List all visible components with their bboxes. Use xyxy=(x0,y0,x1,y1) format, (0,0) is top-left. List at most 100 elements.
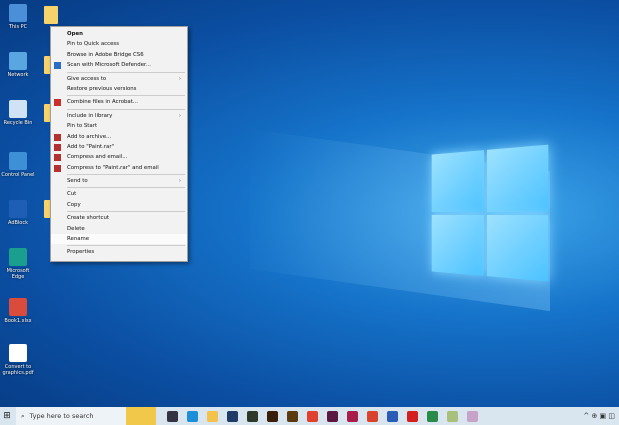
menu-item-pin-to-quick-access[interactable]: Pin to Quick access xyxy=(51,39,187,49)
menu-item-label: Scan with Microsoft Defender... xyxy=(67,62,151,69)
menu-item-open[interactable]: Open xyxy=(51,29,187,39)
system-tray[interactable]: ^ ⊕ ▣ ◫ xyxy=(583,412,619,420)
search-box[interactable]: ⌕ Type here to search xyxy=(16,407,126,425)
menu-item-compress-and-email[interactable]: Compress and email... xyxy=(51,152,187,162)
photoshop-icon[interactable] xyxy=(226,410,238,422)
menu-item-label: Properties xyxy=(67,249,95,256)
desktop-icon[interactable]: Network xyxy=(0,52,36,78)
file-explorer-icon[interactable] xyxy=(206,410,218,422)
menu-separator xyxy=(67,71,185,73)
menu-item-label: Send to xyxy=(67,178,88,185)
indesign-icon[interactable] xyxy=(326,410,338,422)
search-icon: ⌕ xyxy=(21,411,25,420)
illustrator-icon[interactable] xyxy=(286,410,298,422)
winrar-icon xyxy=(54,164,61,172)
menu-item-scan-with-microsoft-defender[interactable]: Scan with Microsoft Defender... xyxy=(51,60,187,70)
menu-item-give-access-to[interactable]: Give access to › xyxy=(51,74,187,84)
chrome-icon[interactable] xyxy=(306,410,318,422)
desktop-icon[interactable]: AdBlock xyxy=(0,200,36,226)
edge-icon[interactable] xyxy=(186,410,198,422)
desktop-icon[interactable]: Book1.xlsx xyxy=(0,298,36,324)
search-placeholder: Type here to search xyxy=(29,412,94,420)
menu-separator xyxy=(67,211,185,213)
desktop-icon-label: Control Panel xyxy=(1,172,35,178)
menu-item-compress-to-paint-rar-and-email[interactable]: Compress to "Paint.rar" and email xyxy=(51,163,187,173)
task-view-icon[interactable] xyxy=(166,410,178,422)
menu-item-add-to-archive[interactable]: Add to archive... xyxy=(51,132,187,142)
desktop-icon-label: AdBlock xyxy=(7,220,29,226)
excel-icon[interactable] xyxy=(426,410,438,422)
desktop-icon[interactable]: Convert to graphics.pdf xyxy=(0,344,36,376)
desktop-icon[interactable]: Microsoft Edge xyxy=(0,248,36,280)
menu-item-label: Copy xyxy=(67,201,81,208)
network-icon xyxy=(9,52,27,70)
start-button[interactable]: ⊞ xyxy=(0,411,14,421)
menu-item-label: Add to archive... xyxy=(67,133,112,140)
menu-item-restore-previous-versions[interactable]: Restore previous versions xyxy=(51,84,187,94)
menu-item-label: Give access to xyxy=(67,75,107,82)
folder-icon[interactable] xyxy=(44,6,58,24)
desktop-icon[interactable]: Recycle Bin xyxy=(0,100,36,126)
desktop-icon-label: Microsoft Edge xyxy=(6,268,30,280)
windows-logo xyxy=(431,144,549,282)
menu-item-include-in-library[interactable]: Include in library › xyxy=(51,111,187,121)
illustrator-icon[interactable] xyxy=(266,410,278,422)
app-icon[interactable] xyxy=(246,410,258,422)
menu-item-label: Compress and email... xyxy=(67,154,128,161)
menu-item-label: Cut xyxy=(67,191,77,198)
app-icon[interactable] xyxy=(446,410,458,422)
menu-item-label: Rename xyxy=(67,236,90,243)
app-icon[interactable] xyxy=(466,410,478,422)
recycle-bin-icon xyxy=(9,100,27,118)
menu-item-send-to[interactable]: Send to › xyxy=(51,176,187,186)
menu-item-label: Pin to Quick access xyxy=(67,41,120,48)
menu-separator xyxy=(67,245,185,247)
chevron-right-icon: › xyxy=(178,178,181,185)
menu-item-pin-to-start[interactable]: Pin to Start xyxy=(51,121,187,131)
desktop-icon[interactable]: This PC xyxy=(0,4,36,30)
book1-xlsx-icon xyxy=(9,298,27,316)
menu-item-label: Combine files in Acrobat... xyxy=(67,99,138,106)
menu-item-label: Open xyxy=(67,31,83,37)
desktop-icon-label: Network xyxy=(7,72,29,78)
defender-icon xyxy=(54,62,61,70)
menu-item-label: Delete xyxy=(67,225,85,232)
winrar-icon xyxy=(54,154,61,162)
menu-item-properties[interactable]: Properties xyxy=(51,247,187,257)
menu-item-create-shortcut[interactable]: Create shortcut xyxy=(51,213,187,223)
menu-item-combine-files-in-acrobat[interactable]: Combine files in Acrobat... xyxy=(51,97,187,107)
menu-item-label: Compress to "Paint.rar" and email xyxy=(67,164,159,171)
menu-item-cut[interactable]: Cut xyxy=(51,189,187,199)
menu-item-label: Add to "Paint.rar" xyxy=(67,143,115,150)
adblock-icon xyxy=(9,200,27,218)
taskbar: ⊞ ⌕ Type here to search ^ ⊕ ▣ ◫ xyxy=(0,407,619,425)
cortana-doodle[interactable] xyxy=(126,407,156,425)
menu-item-browse-in-adobe-bridge-cs6[interactable]: Browse in Adobe Bridge CS6 xyxy=(51,50,187,60)
menu-separator xyxy=(67,95,185,97)
desktop-icon-label: This PC xyxy=(8,24,28,30)
winrar-icon xyxy=(54,133,61,141)
menu-item-label: Include in library xyxy=(67,112,113,119)
menu-item-label: Restore previous versions xyxy=(67,85,137,92)
control-panel-icon xyxy=(9,152,27,170)
this-pc-icon xyxy=(9,4,27,22)
desktop-icon-label: Book1.xlsx xyxy=(4,318,32,324)
menu-item-delete[interactable]: Delete xyxy=(51,224,187,234)
menu-item-rename[interactable]: Rename xyxy=(51,234,187,245)
menu-separator xyxy=(67,187,185,189)
convert-to-graphics-pdf-icon xyxy=(9,344,27,362)
word-icon[interactable] xyxy=(386,410,398,422)
microsoft-edge-icon xyxy=(9,248,27,266)
acrobat-icon xyxy=(54,99,61,107)
menu-item-add-to-paint-rar[interactable]: Add to "Paint.rar" xyxy=(51,142,187,152)
menu-separator xyxy=(67,108,185,110)
menu-item-copy[interactable]: Copy xyxy=(51,200,187,210)
menu-item-label: Browse in Adobe Bridge CS6 xyxy=(67,51,144,58)
chrome-icon[interactable] xyxy=(366,410,378,422)
indesign-icon[interactable] xyxy=(346,410,358,422)
desktop-icon-label: Convert to graphics.pdf xyxy=(2,364,34,376)
desktop-icon[interactable]: Control Panel xyxy=(0,152,36,178)
acrobat-icon[interactable] xyxy=(406,410,418,422)
menu-separator xyxy=(67,174,185,176)
chevron-right-icon: › xyxy=(178,112,181,119)
